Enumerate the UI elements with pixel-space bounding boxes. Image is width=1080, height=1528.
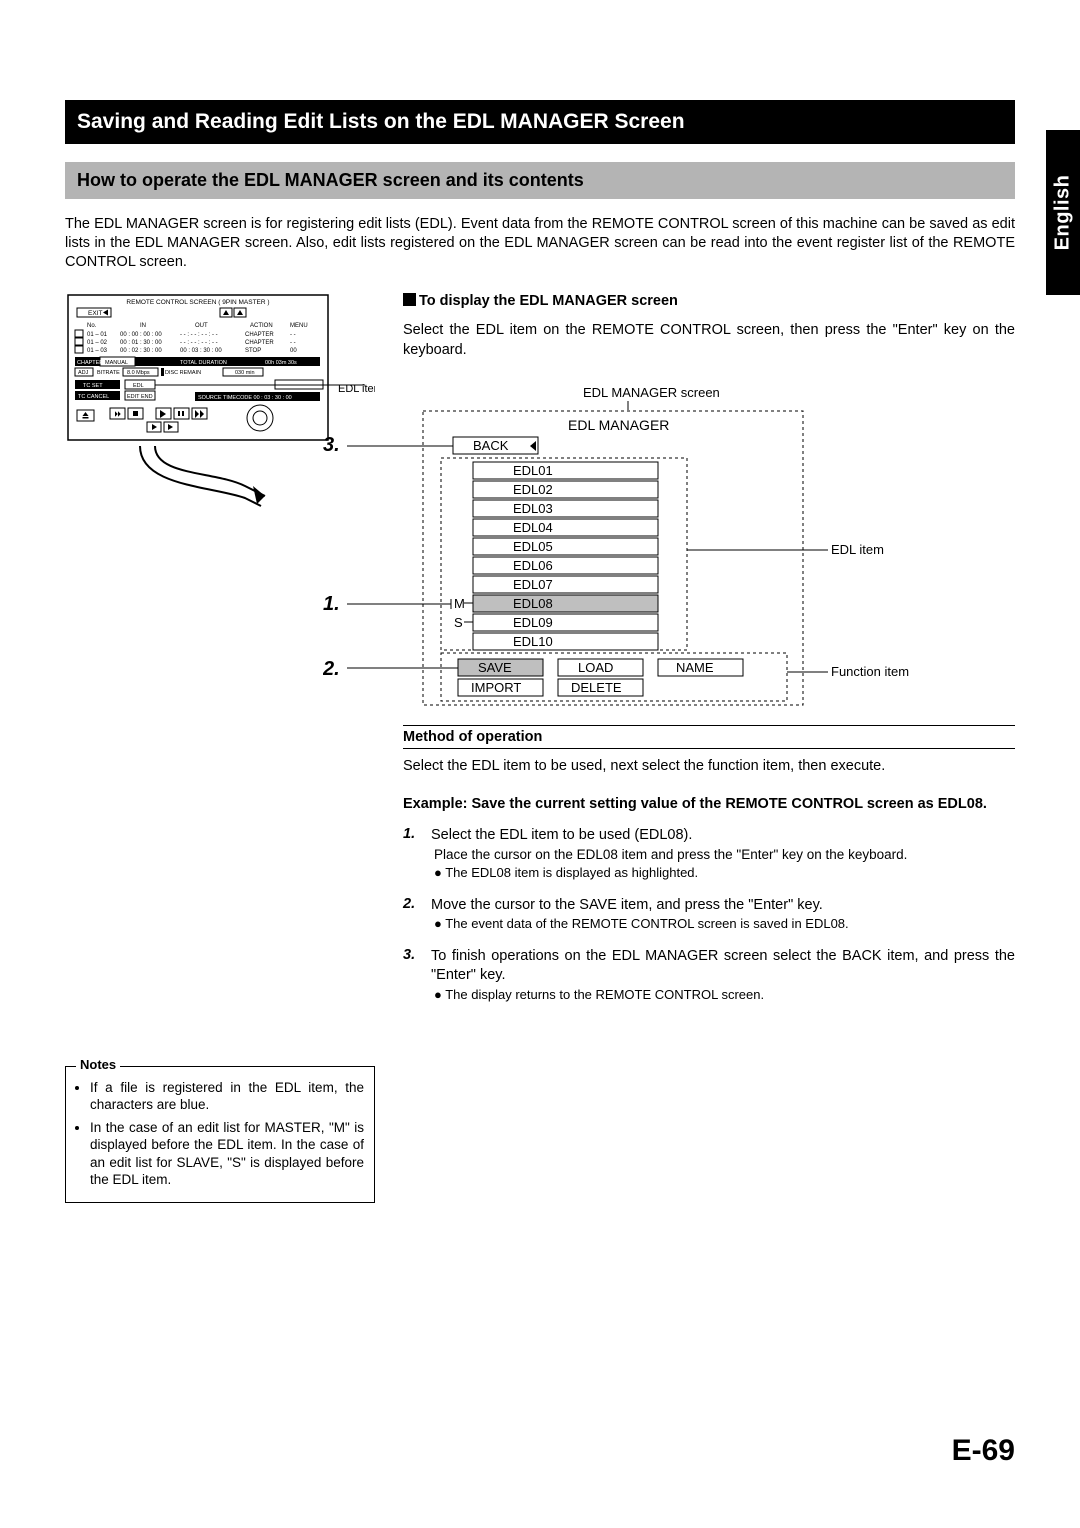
svg-text:DISC REMAIN: DISC REMAIN (165, 370, 201, 376)
svg-text:030 min: 030 min (235, 370, 255, 376)
svg-text:01 – 03: 01 – 03 (87, 348, 108, 354)
edl-manager-screen-figure: EDL MANAGER screen EDL MANAGER BACK EDL0… (323, 385, 913, 715)
svg-text:01 – 02: 01 – 02 (87, 340, 108, 346)
right-column: To display the EDL MANAGER screen Select… (403, 292, 1015, 1203)
svg-text:M: M (454, 596, 465, 611)
svg-text:IMPORT: IMPORT (471, 680, 521, 695)
svg-text:NAME: NAME (676, 660, 714, 675)
edl-item-label: EDL item (831, 542, 884, 557)
svg-text:STOP: STOP (245, 348, 261, 354)
language-label: English (1052, 175, 1075, 251)
intro-paragraph: The EDL MANAGER screen is for registerin… (65, 215, 1015, 272)
language-tab: English (1046, 130, 1080, 295)
step-item: 2. Move the cursor to the SAVE item, and… (403, 896, 1015, 933)
svg-text:3.: 3. (323, 434, 340, 456)
svg-text:2.: 2. (323, 658, 340, 680)
edl-screen-top-label: EDL MANAGER screen (583, 385, 720, 400)
note-item: In the case of an edit list for MASTER, … (90, 1119, 364, 1189)
section-heading: How to operate the EDL MANAGER screen an… (65, 162, 1015, 199)
svg-text:EDL03: EDL03 (513, 501, 553, 516)
svg-text:8.0 Mbps: 8.0 Mbps (127, 370, 150, 376)
edl-title: EDL MANAGER (568, 417, 669, 433)
svg-text:CHAPTER: CHAPTER (77, 360, 103, 366)
svg-text:1.: 1. (323, 593, 340, 615)
svg-text:CHAPTER: CHAPTER (245, 340, 274, 346)
step-item: 3. To finish operations on the EDL MANAG… (403, 947, 1015, 1004)
svg-text:S: S (454, 615, 463, 630)
svg-text:00 : 03 : 30 : 00: 00 : 03 : 30 : 00 (180, 348, 222, 354)
svg-text:MENU: MENU (290, 323, 308, 329)
svg-text:00 : 02 : 30 : 00: 00 : 02 : 30 : 00 (120, 348, 162, 354)
svg-text:ADJ: ADJ (78, 370, 89, 376)
svg-text:EDL05: EDL05 (513, 539, 553, 554)
svg-text:- -: - - (290, 340, 296, 346)
svg-text:01 – 01: 01 – 01 (87, 332, 108, 338)
svg-text:EDL04: EDL04 (513, 520, 553, 535)
display-body: Select the EDL item on the REMOTE CONTRO… (403, 321, 1015, 360)
svg-text:OUT: OUT (195, 323, 208, 329)
svg-text:TOTAL DURATION: TOTAL DURATION (180, 360, 227, 366)
display-heading: To display the EDL MANAGER screen (419, 293, 678, 309)
svg-text:TC SET: TC SET (83, 383, 103, 389)
svg-text:- - : - - : - - : - -: - - : - - : - - : - - (180, 332, 218, 338)
step-list: 1. Select the EDL item to be used (EDL08… (403, 826, 1015, 1003)
svg-text:- -: - - (290, 332, 296, 338)
svg-text:BACK: BACK (473, 438, 509, 453)
svg-text:EDL09: EDL09 (513, 615, 553, 630)
svg-text:IN: IN (140, 323, 146, 329)
page: English Saving and Reading Edit Lists on… (0, 0, 1080, 1528)
svg-text:TC CANCEL: TC CANCEL (78, 394, 109, 400)
square-bullet-icon (403, 293, 416, 306)
svg-text:EDL07: EDL07 (513, 577, 553, 592)
svg-text:00 : 01 : 30 : 00: 00 : 01 : 30 : 00 (120, 340, 162, 346)
note-item: If a file is registered in the EDL item,… (90, 1079, 364, 1114)
svg-text:EXIT: EXIT (88, 310, 102, 317)
svg-text:EDL01: EDL01 (513, 463, 553, 478)
svg-text:00 : 00 : 00 : 00: 00 : 00 : 00 : 00 (120, 332, 162, 338)
fn-item-label: Function item (831, 664, 909, 679)
svg-text:EDL08: EDL08 (513, 596, 553, 611)
svg-text:00h 03m 30s: 00h 03m 30s (265, 360, 297, 366)
notes-box: Notes If a file is registered in the EDL… (65, 1066, 375, 1203)
svg-text:EDIT END: EDIT END (127, 394, 153, 400)
svg-text:No.: No. (87, 323, 97, 329)
svg-text:SAVE: SAVE (478, 660, 512, 675)
example-heading: Example: Save the current setting value … (403, 795, 1015, 815)
svg-text:EDL02: EDL02 (513, 482, 553, 497)
rc-title: REMOTE CONTROL SCREEN ( 9PIN MASTER ) (126, 299, 269, 306)
svg-text:EDL06: EDL06 (513, 558, 553, 573)
main-heading: Saving and Reading Edit Lists on the EDL… (65, 100, 1015, 144)
svg-text:CHAPTER: CHAPTER (245, 332, 274, 338)
svg-text:00: 00 (290, 348, 297, 354)
method-heading: Method of operation (403, 725, 1015, 749)
svg-text:- - : - - : - - : - -: - - : - - : - - : - - (180, 340, 218, 346)
svg-text:DELETE: DELETE (571, 680, 622, 695)
step-item: 1. Select the EDL item to be used (EDL08… (403, 826, 1015, 881)
svg-text:SOURCE TIMECODE 00 : 03 :: SOURCE TIMECODE 00 : 03 : 30 : 00 (198, 395, 292, 401)
svg-text:LOAD: LOAD (578, 660, 613, 675)
method-body: Select the EDL item to be used, next sel… (403, 757, 1015, 777)
notes-title: Notes (76, 1057, 120, 1074)
page-number: E-69 (952, 1434, 1015, 1468)
svg-text:MANUAL: MANUAL (105, 360, 128, 366)
svg-text:BITRATE: BITRATE (97, 370, 120, 376)
svg-text:EDL: EDL (133, 383, 144, 389)
svg-text:EDL10: EDL10 (513, 634, 553, 649)
svg-text:ACTION: ACTION (250, 323, 273, 329)
